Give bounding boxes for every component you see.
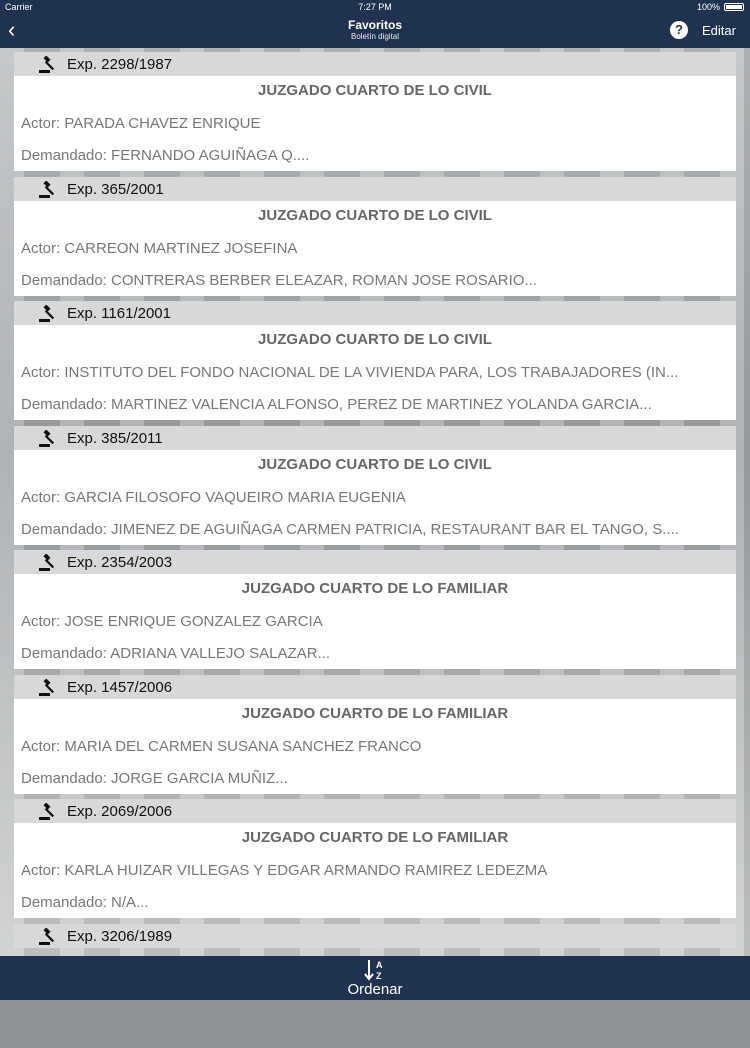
expediente-number: Exp. 1161/2001 <box>67 301 171 327</box>
expediente-number: Exp. 365/2001 <box>67 177 164 203</box>
svg-text:A: A <box>376 960 383 970</box>
battery-icon <box>724 3 744 11</box>
court-name: JUZGADO CUARTO DE LO CIVIL <box>14 82 736 99</box>
expediente-number: Exp. 2298/1987 <box>67 52 172 78</box>
actor-text: Actor: PARADA CHAVEZ ENRIQUE <box>21 115 261 132</box>
demandado-text: Demandado: CONTRERAS BERBER ELEAZAR, ROM… <box>21 272 537 289</box>
battery-percent: 100% <box>697 0 720 14</box>
expediente-number: Exp. 1457/2006 <box>67 675 172 701</box>
gavel-icon <box>38 56 58 74</box>
demandado-text: Demandado: ADRIANA VALLEJO SALAZAR... <box>21 645 330 662</box>
expediente-header: Exp. 1161/2001 <box>14 301 736 325</box>
page-subtitle: Boletín digital <box>0 32 750 42</box>
court-name: JUZGADO CUARTO DE LO CIVIL <box>14 207 736 224</box>
demandado-text: Demandado: N/A... <box>21 894 149 911</box>
svg-text:Z: Z <box>376 971 382 981</box>
demandado-text: Demandado: JIMENEZ DE AGUIÑAGA CARMEN PA… <box>21 521 679 538</box>
demandado-text: Demandado: JORGE GARCIA MUÑIZ... <box>21 770 288 787</box>
edit-button[interactable]: Editar <box>702 23 736 38</box>
expediente-header: Exp. 365/2001 <box>14 177 736 201</box>
court-name: JUZGADO CUARTO DE LO FAMILIAR <box>14 580 736 597</box>
expediente-number: Exp. 2069/2006 <box>67 799 172 825</box>
court-name: JUZGADO CUARTO DE LO FAMILIAR <box>14 705 736 722</box>
list-item[interactable]: Exp. 1161/2001 JUZGADO CUARTO DE LO CIVI… <box>14 301 736 426</box>
list-item[interactable]: Exp. 2069/2006 JUZGADO CUARTO DE LO FAMI… <box>14 799 736 924</box>
court-name: JUZGADO CUARTO DE LO FAMILIAR <box>14 829 736 846</box>
page-title: Favoritos <box>0 18 750 32</box>
sort-az-icon[interactable]: A Z <box>363 958 387 982</box>
record-card: JUZGADO CUARTO DE LO CIVIL Actor: INSTIT… <box>14 325 736 420</box>
clock: 7:27 PM <box>0 0 750 14</box>
list-item[interactable]: Exp. 2354/2003 JUZGADO CUARTO DE LO FAMI… <box>14 550 736 675</box>
expediente-header: Exp. 2069/2006 <box>14 799 736 823</box>
expediente-header: Exp. 2354/2003 <box>14 550 736 574</box>
list-item[interactable]: Exp. 2298/1987 JUZGADO CUARTO DE LO CIVI… <box>14 52 736 177</box>
record-card: JUZGADO CUARTO DE LO CIVIL Actor: GARCIA… <box>14 450 736 545</box>
record-card: JUZGADO CUARTO DE LO FAMILIAR Actor: KAR… <box>14 823 736 918</box>
court-name: JUZGADO CUARTO DE LO CIVIL <box>14 331 736 348</box>
actor-text: Actor: CARREON MARTINEZ JOSEFINA <box>21 240 297 257</box>
actor-text: Actor: JOSE ENRIQUE GONZALEZ GARCIA <box>21 613 323 630</box>
list-item[interactable]: Exp. 1457/2006 JUZGADO CUARTO DE LO FAMI… <box>14 675 736 800</box>
expediente-number: Exp. 385/2011 <box>67 426 163 452</box>
demandado-text: Demandado: MARTINEZ VALENCIA ALFONSO, PE… <box>21 396 652 413</box>
record-card: JUZGADO CUARTO DE LO CIVIL Actor: PARADA… <box>14 76 736 171</box>
expediente-number: Exp. 2354/2003 <box>67 550 172 576</box>
gavel-icon <box>38 430 58 448</box>
favorites-list: Exp. 2298/1987 JUZGADO CUARTO DE LO CIVI… <box>14 52 736 1048</box>
gavel-icon <box>38 679 58 697</box>
expediente-header: Exp. 2298/1987 <box>14 52 736 76</box>
status-bar: Carrier 7:27 PM 100% <box>0 0 750 14</box>
actor-text: Actor: MARIA DEL CARMEN SUSANA SANCHEZ F… <box>21 738 421 755</box>
list-item[interactable]: Exp. 385/2011 JUZGADO CUARTO DE LO CIVIL… <box>14 426 736 551</box>
bottom-toolbar: A Z Ordenar <box>0 956 750 1000</box>
navigation-bar: ‹ Favoritos Boletín digital ? Editar <box>0 14 750 48</box>
court-name: JUZGADO CUARTO DE LO CIVIL <box>14 456 736 473</box>
record-card: JUZGADO CUARTO DE LO FAMILIAR Actor: JOS… <box>14 574 736 669</box>
record-card: JUZGADO CUARTO DE LO CIVIL Actor: CARREO… <box>14 201 736 296</box>
expediente-header: Exp. 3206/1989 <box>14 924 736 948</box>
sort-button[interactable]: Ordenar <box>0 981 750 998</box>
actor-text: Actor: KARLA HUIZAR VILLEGAS Y EDGAR ARM… <box>21 862 547 879</box>
actor-text: Actor: INSTITUTO DEL FONDO NACIONAL DE L… <box>21 364 678 381</box>
gavel-icon <box>38 554 58 572</box>
expediente-number: Exp. 3206/1989 <box>67 924 172 950</box>
gavel-icon <box>38 305 58 323</box>
list-item[interactable]: Exp. 365/2001 JUZGADO CUARTO DE LO CIVIL… <box>14 177 736 302</box>
demandado-text: Demandado: FERNANDO AGUIÑAGA Q.... <box>21 147 309 164</box>
expediente-header: Exp. 385/2011 <box>14 426 736 450</box>
expediente-header: Exp. 1457/2006 <box>14 675 736 699</box>
nav-titles: Favoritos Boletín digital <box>0 18 750 42</box>
gavel-icon <box>38 928 58 946</box>
record-card: JUZGADO CUARTO DE LO FAMILIAR Actor: MAR… <box>14 699 736 794</box>
gavel-icon <box>38 181 58 199</box>
gavel-icon <box>38 803 58 821</box>
help-icon[interactable]: ? <box>670 21 688 39</box>
actor-text: Actor: GARCIA FILOSOFO VAQUEIRO MARIA EU… <box>21 489 406 506</box>
